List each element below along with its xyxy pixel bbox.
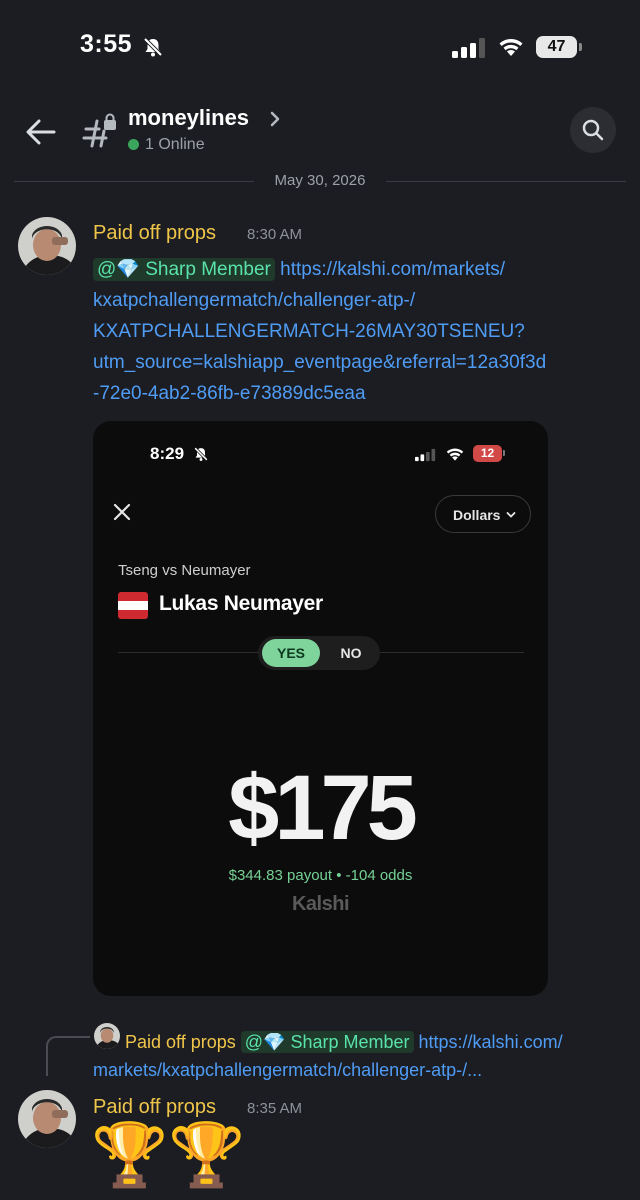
message-timestamp: 8:30 AM (247, 226, 303, 243)
austria-flag-icon (118, 592, 148, 619)
role-mention[interactable]: @💎 Sharp Member (93, 258, 275, 281)
kalshi-logo: Kalshi (291, 893, 350, 915)
reply-avatar (94, 1023, 120, 1049)
reply-link[interactable]: markets/kxatpchallengermatch/challenger-… (93, 1055, 482, 1086)
cellular-signal-icon (415, 448, 436, 462)
attached-screenshot[interactable]: 8:29 12 Dollars Tseng vs Neumayer Lukas … (93, 421, 548, 996)
message-link[interactable]: KXATPCHALLENGERMATCH-26MAY30TSENEU? (93, 316, 525, 347)
battery-level: 12 (480, 446, 495, 460)
wifi-icon (446, 448, 464, 461)
message-line: @💎 Sharp Member https://kalshi.com/marke… (93, 254, 505, 285)
user-avatar-image (18, 217, 76, 275)
online-count: 1 Online (145, 136, 205, 153)
date-divider-label: May 30, 2026 (274, 172, 366, 189)
payout-odds: $344.83 payout • -104 odds (228, 867, 413, 884)
message-link[interactable]: kxatpchallengermatch/challenger-atp-/ (93, 285, 415, 316)
message-link[interactable]: -72e0-4ab2-86fb-e73889dc5eaa (93, 378, 366, 409)
channel-name[interactable]: moneylines (128, 105, 249, 131)
message-author[interactable]: Paid off props (93, 1096, 216, 1119)
currency-select-label: Dollars (453, 507, 501, 523)
battery-level: 47 (547, 38, 566, 55)
battery-indicator: 12 (473, 445, 505, 462)
cellular-signal-icon (452, 38, 485, 58)
message-timestamp: 8:35 AM (247, 1100, 303, 1117)
search-button[interactable] (570, 107, 616, 153)
battery-indicator: 47 (536, 36, 582, 58)
trophy-emoji-message: 🏆🏆 (91, 1121, 246, 1190)
user-avatar-image (18, 1090, 76, 1148)
currency-select[interactable]: Dollars (435, 495, 531, 533)
avatar[interactable] (18, 217, 76, 275)
yes-option[interactable]: YES (262, 639, 320, 667)
role-mention[interactable]: @💎 Sharp Member (240, 1031, 414, 1053)
reply-preview[interactable]: Paid off props @💎 Sharp Member https://k… (125, 1027, 563, 1058)
status-time: 3:55 (80, 30, 133, 58)
online-status-dot (128, 139, 139, 150)
close-icon[interactable] (113, 503, 131, 521)
reply-connector (46, 1036, 90, 1076)
chevron-right-icon[interactable] (268, 109, 282, 129)
avatar[interactable] (18, 1090, 76, 1148)
match-title: Tseng vs Neumayer (118, 562, 251, 579)
back-arrow-icon[interactable] (24, 115, 58, 149)
bell-muted-icon (194, 447, 208, 461)
message-link[interactable]: https://kalshi.com/markets/ (280, 259, 505, 280)
user-avatar-image (94, 1023, 120, 1049)
player-name: Lukas Neumayer (159, 592, 323, 615)
date-divider: May 30, 2026 (14, 170, 626, 192)
yes-no-toggle[interactable]: YES NO (258, 636, 380, 670)
wifi-icon (499, 39, 523, 56)
message-author[interactable]: Paid off props (93, 222, 216, 245)
bell-muted-icon (143, 37, 163, 57)
reply-author[interactable]: Paid off props (125, 1032, 236, 1052)
locked-channel-hash-icon (82, 113, 116, 148)
search-icon (582, 119, 604, 141)
reply-link[interactable]: https://kalshi.com/ (419, 1032, 563, 1052)
embed-status-time: 8:29 (150, 444, 185, 463)
no-option[interactable]: NO (328, 639, 374, 667)
chevron-down-icon (506, 512, 516, 518)
status-bar: 3:55 47 (0, 0, 640, 95)
bet-amount: $175 (228, 757, 418, 859)
message-link[interactable]: utm_source=kalshiapp_eventpage&referral=… (93, 347, 546, 378)
channel-header: moneylines 1 Online (0, 95, 640, 170)
